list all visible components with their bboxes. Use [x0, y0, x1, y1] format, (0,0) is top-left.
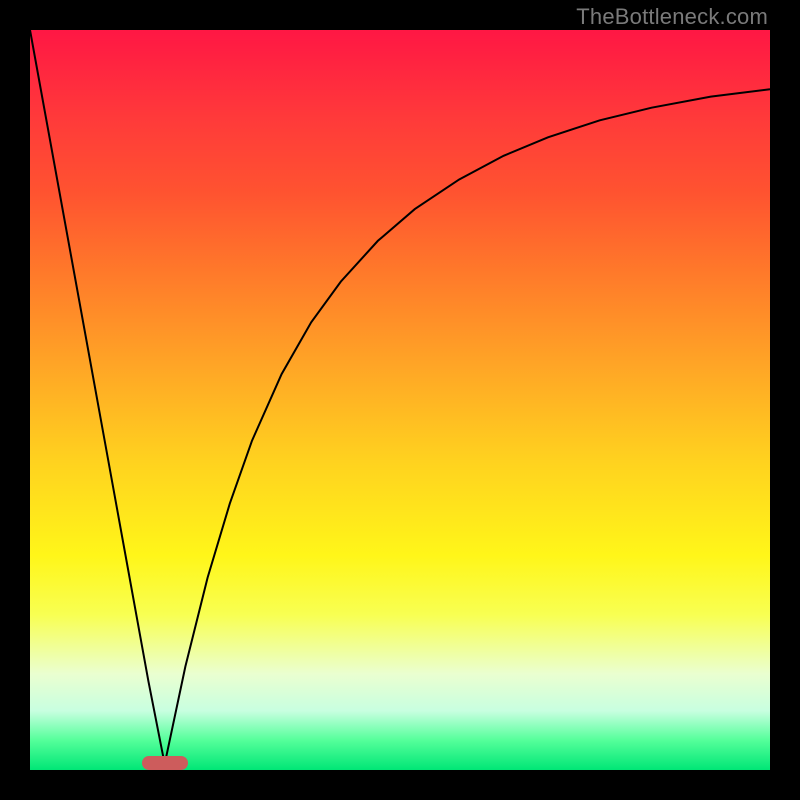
optimal-marker — [142, 756, 188, 770]
watermark-text: TheBottleneck.com — [576, 4, 768, 30]
bottleneck-curve — [30, 30, 770, 770]
chart-frame: TheBottleneck.com — [0, 0, 800, 800]
plot-area — [30, 30, 770, 770]
